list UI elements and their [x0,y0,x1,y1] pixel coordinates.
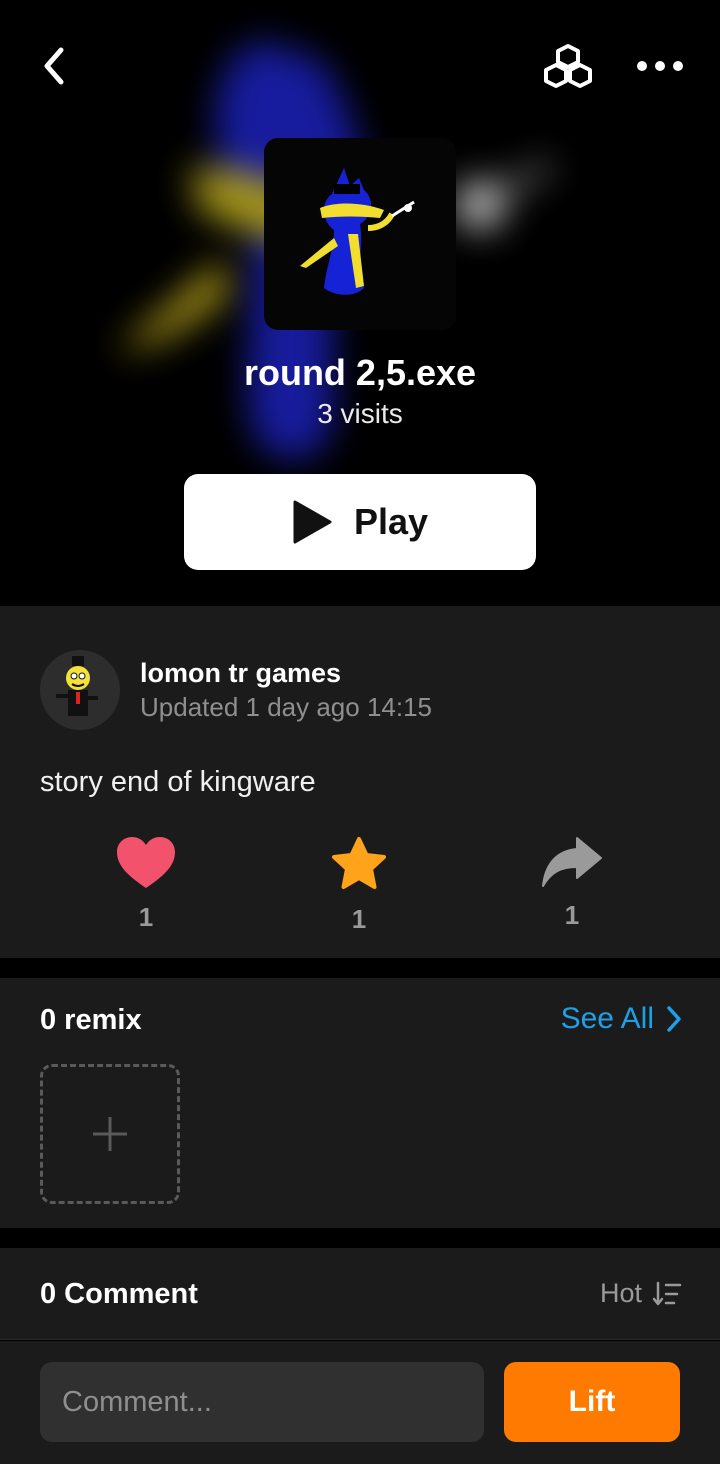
game-info-card: lomon tr games Updated 1 day ago 14:15 s… [0,606,720,958]
more-horizontal-icon [637,61,683,71]
game-title: round 2,5.exe [243,352,477,393]
chevron-left-icon [44,47,64,85]
remix-section: 0 remix See All [0,978,720,1228]
game-description: story end of kingware [40,766,316,798]
cubes-icon [544,44,592,88]
chevron-right-icon [667,1006,681,1032]
remix-count: 0 remix [40,1004,142,1036]
star-icon [332,837,386,889]
comment-input[interactable] [40,1362,484,1442]
like-button[interactable]: 1 [86,836,206,946]
heart-icon [117,837,175,888]
play-icon [293,500,332,544]
blocks-button[interactable] [540,40,596,94]
comment-count: 0 Comment [40,1278,198,1310]
like-count: 1 [138,902,154,932]
back-button[interactable] [30,42,78,90]
comment-sort-button[interactable]: Hot [600,1278,682,1309]
add-remix-button[interactable] [40,1064,180,1204]
favorite-count: 1 [351,904,367,934]
share-count: 1 [564,900,580,930]
updated-time: Updated 1 day ago 14:15 [140,692,433,722]
author-name[interactable]: lomon tr games [140,658,341,689]
favorite-button[interactable]: 1 [299,836,419,946]
game-thumbnail [264,138,456,330]
share-arrow-icon [542,837,602,887]
lift-button[interactable]: Lift [504,1362,680,1442]
share-button[interactable]: 1 [512,836,632,946]
sort-icon [652,1281,682,1305]
play-label: Play [353,501,429,542]
see-all-label: See All [560,1002,654,1035]
play-button[interactable]: Play [184,474,536,570]
game-hero: round 2,5.exe 3 visits Play [0,0,720,606]
plus-icon [93,1117,127,1151]
comments-header: 0 Comment Hot [0,1248,720,1340]
comment-composer: Lift [0,1341,720,1464]
see-all-link[interactable]: See All [561,1002,682,1036]
author-avatar[interactable] [40,650,120,730]
sort-label: Hot [599,1278,642,1308]
visit-count: 3 visits [317,398,403,429]
more-button[interactable] [630,42,690,90]
